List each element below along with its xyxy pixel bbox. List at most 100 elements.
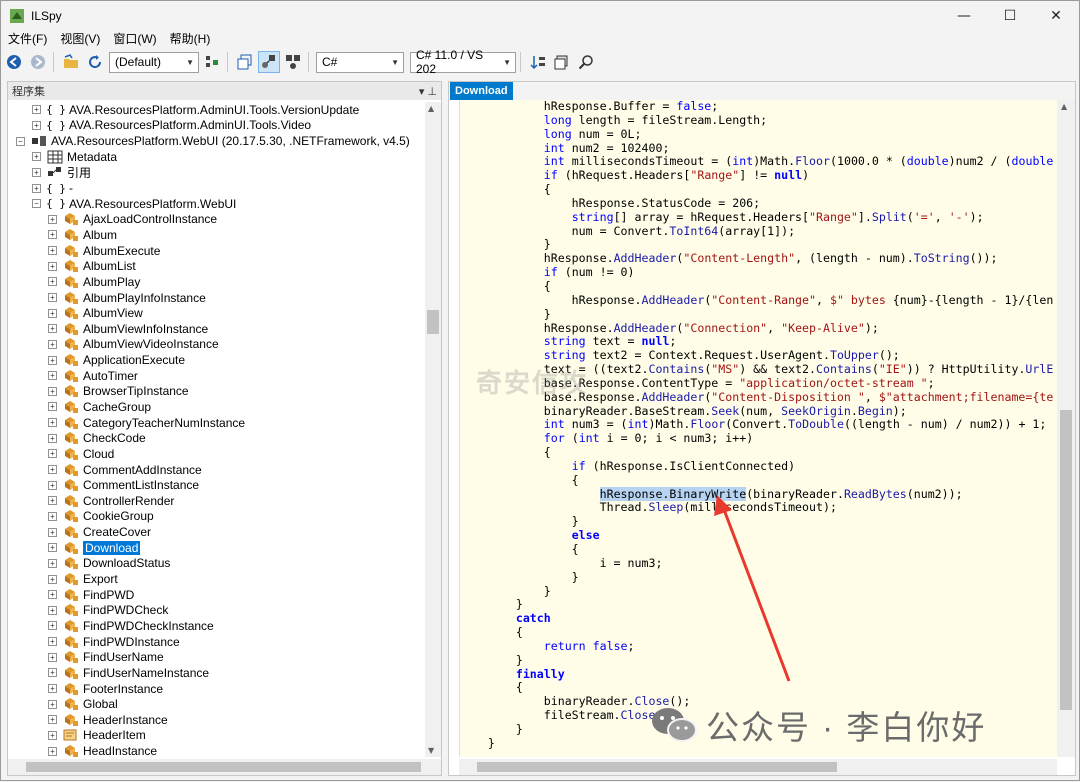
expand-icon[interactable]: + [48, 605, 57, 615]
expand-icon[interactable]: + [48, 386, 57, 396]
tree-scroll-thumb[interactable] [427, 310, 439, 334]
tree-node[interactable]: + { } - [8, 180, 425, 196]
expand-icon[interactable]: + [32, 120, 41, 130]
tree-node[interactable]: + AlbumPlay [8, 274, 425, 290]
maximize-button[interactable]: ☐ [987, 1, 1033, 31]
expand-icon[interactable]: + [48, 214, 57, 224]
tree-node[interactable]: − AVA.ResourcesPlatform.WebUI (20.17.5.30… [8, 133, 425, 149]
tab-download[interactable]: Download [450, 82, 513, 100]
expand-icon[interactable]: + [48, 293, 57, 302]
tree-node[interactable]: + Metadata [8, 149, 425, 165]
close-button[interactable]: ✕ [1033, 1, 1079, 31]
menu-file[interactable]: 文件(F) [1, 30, 53, 47]
expand-icon[interactable]: + [48, 496, 57, 506]
expand-icon[interactable]: + [48, 246, 57, 256]
tree-node[interactable]: + BrowserTipInstance [8, 384, 425, 400]
tree-node[interactable]: + AjaxLoadControlInstance [8, 211, 425, 227]
tree-vertical-scrollbar[interactable]: ▲ ▼ [425, 102, 441, 757]
expand-icon[interactable]: + [48, 324, 57, 334]
scroll-up-icon[interactable]: ▲ [1061, 102, 1067, 111]
minimize-button[interactable]: — [941, 1, 987, 31]
code-editor[interactable]: hResponse.Buffer = false; long length = … [459, 100, 1057, 757]
tree-node[interactable]: + HeadInstance [8, 743, 425, 757]
tree-node[interactable]: + FindUserName [8, 649, 425, 665]
language-combo[interactable]: C# ▼ [316, 51, 404, 73]
tree-node[interactable]: + Export [8, 571, 425, 587]
tree-node[interactable]: + Album [8, 227, 425, 243]
expand-icon[interactable]: + [48, 308, 57, 318]
expand-icon[interactable]: + [48, 277, 57, 287]
tree-node[interactable]: + CategoryTeacherNumInstance [8, 415, 425, 431]
collapse-all-icon[interactable] [234, 51, 256, 73]
expand-icon[interactable]: + [48, 433, 57, 443]
tree-node[interactable]: + { } AVA.ResourcesPlatform.AdminUI.Tools.… [8, 118, 425, 134]
tree-node[interactable]: + AutoTimer [8, 368, 425, 384]
expand-icon[interactable]: + [48, 465, 57, 475]
tree-node[interactable]: + Download [8, 540, 425, 556]
pane-pin-icon[interactable]: ▾ ⊥ [419, 85, 437, 98]
menu-view[interactable]: 视图(V) [53, 30, 106, 47]
tree-node[interactable]: + FindPWDCheckInstance [8, 618, 425, 634]
tree-node[interactable]: −{ } AVA.ResourcesPlatform.WebUI [8, 196, 425, 212]
tree-node[interactable]: + FindPWDInstance [8, 634, 425, 650]
expand-icon[interactable]: + [48, 339, 57, 349]
tree-horizontal-scrollbar[interactable] [8, 759, 441, 775]
expand-icon[interactable]: + [48, 668, 57, 678]
expand-icon[interactable]: + [32, 183, 41, 193]
tree-node[interactable]: + HeaderInstance [8, 712, 425, 728]
tree-node[interactable]: + CommentAddInstance [8, 462, 425, 478]
expand-icon[interactable]: + [32, 105, 41, 115]
tree-node[interactable]: + CreateCover [8, 524, 425, 540]
tree-hscroll-thumb[interactable] [26, 762, 421, 772]
expand-icon[interactable]: + [48, 355, 57, 365]
tree-node[interactable]: + Cloud [8, 446, 425, 462]
expand-icon[interactable]: + [48, 480, 57, 490]
expand-icon[interactable]: + [48, 746, 57, 756]
refresh-icon[interactable] [84, 51, 106, 73]
forward-icon[interactable] [27, 51, 49, 73]
tree-node[interactable]: + AlbumPlayInfoInstance [8, 290, 425, 306]
expand-icon[interactable]: + [48, 230, 57, 240]
expand-icon[interactable]: + [48, 261, 57, 271]
tree-node[interactable]: + ApplicationExecute [8, 352, 425, 368]
tree-node[interactable]: + CheckCode [8, 430, 425, 446]
expand-icon[interactable]: + [48, 684, 57, 694]
expand-icon[interactable]: + [48, 715, 57, 725]
editor-vertical-scrollbar[interactable]: ▲ [1057, 100, 1075, 757]
tree-node[interactable]: + Global [8, 696, 425, 712]
menu-window[interactable]: 窗口(W) [106, 30, 162, 47]
show-internal-icon[interactable] [258, 51, 280, 73]
tree-node[interactable]: + AlbumList [8, 258, 425, 274]
expand-icon[interactable]: + [48, 574, 57, 584]
menu-help[interactable]: 帮助(H) [163, 30, 217, 47]
tree-node[interactable]: + FooterInstance [8, 681, 425, 697]
tree-node[interactable]: + { } AVA.ResourcesPlatform.AdminUI.Tools.… [8, 102, 425, 118]
expand-icon[interactable]: + [32, 167, 41, 177]
editor-horizontal-scrollbar[interactable] [459, 759, 1057, 775]
tree-node[interactable]: + AlbumViewInfoInstance [8, 321, 425, 337]
scroll-down-icon[interactable]: ▼ [428, 746, 434, 755]
expand-icon[interactable]: + [48, 637, 57, 647]
tree-node[interactable]: + HeaderItem [8, 728, 425, 744]
search-icon[interactable] [575, 51, 597, 73]
tree-node[interactable]: + FindPWDCheck [8, 603, 425, 619]
show-all-members-icon[interactable] [282, 51, 304, 73]
collapse-icon[interactable]: − [32, 199, 41, 209]
sort-icon[interactable] [527, 51, 549, 73]
tree-node[interactable]: + FindPWD [8, 587, 425, 603]
expand-icon[interactable]: + [48, 558, 57, 568]
tree-node[interactable]: + AlbumView [8, 305, 425, 321]
expand-icon[interactable]: + [48, 652, 57, 662]
manage-assemblies-icon[interactable] [201, 51, 223, 73]
tree-node[interactable]: + DownloadStatus [8, 556, 425, 572]
expand-icon[interactable]: + [48, 730, 57, 740]
back-icon[interactable] [3, 51, 25, 73]
tree-node[interactable]: + CommentListInstance [8, 477, 425, 493]
expand-icon[interactable]: + [48, 449, 57, 459]
collapse-icon[interactable]: − [16, 136, 25, 146]
assembly-list-combo[interactable]: (Default) ▼ [109, 51, 199, 73]
open-folder-icon[interactable] [60, 51, 82, 73]
expand-icon[interactable]: + [32, 152, 41, 162]
tree-node[interactable]: + FindUserNameInstance [8, 665, 425, 681]
expand-icon[interactable]: + [48, 527, 57, 537]
